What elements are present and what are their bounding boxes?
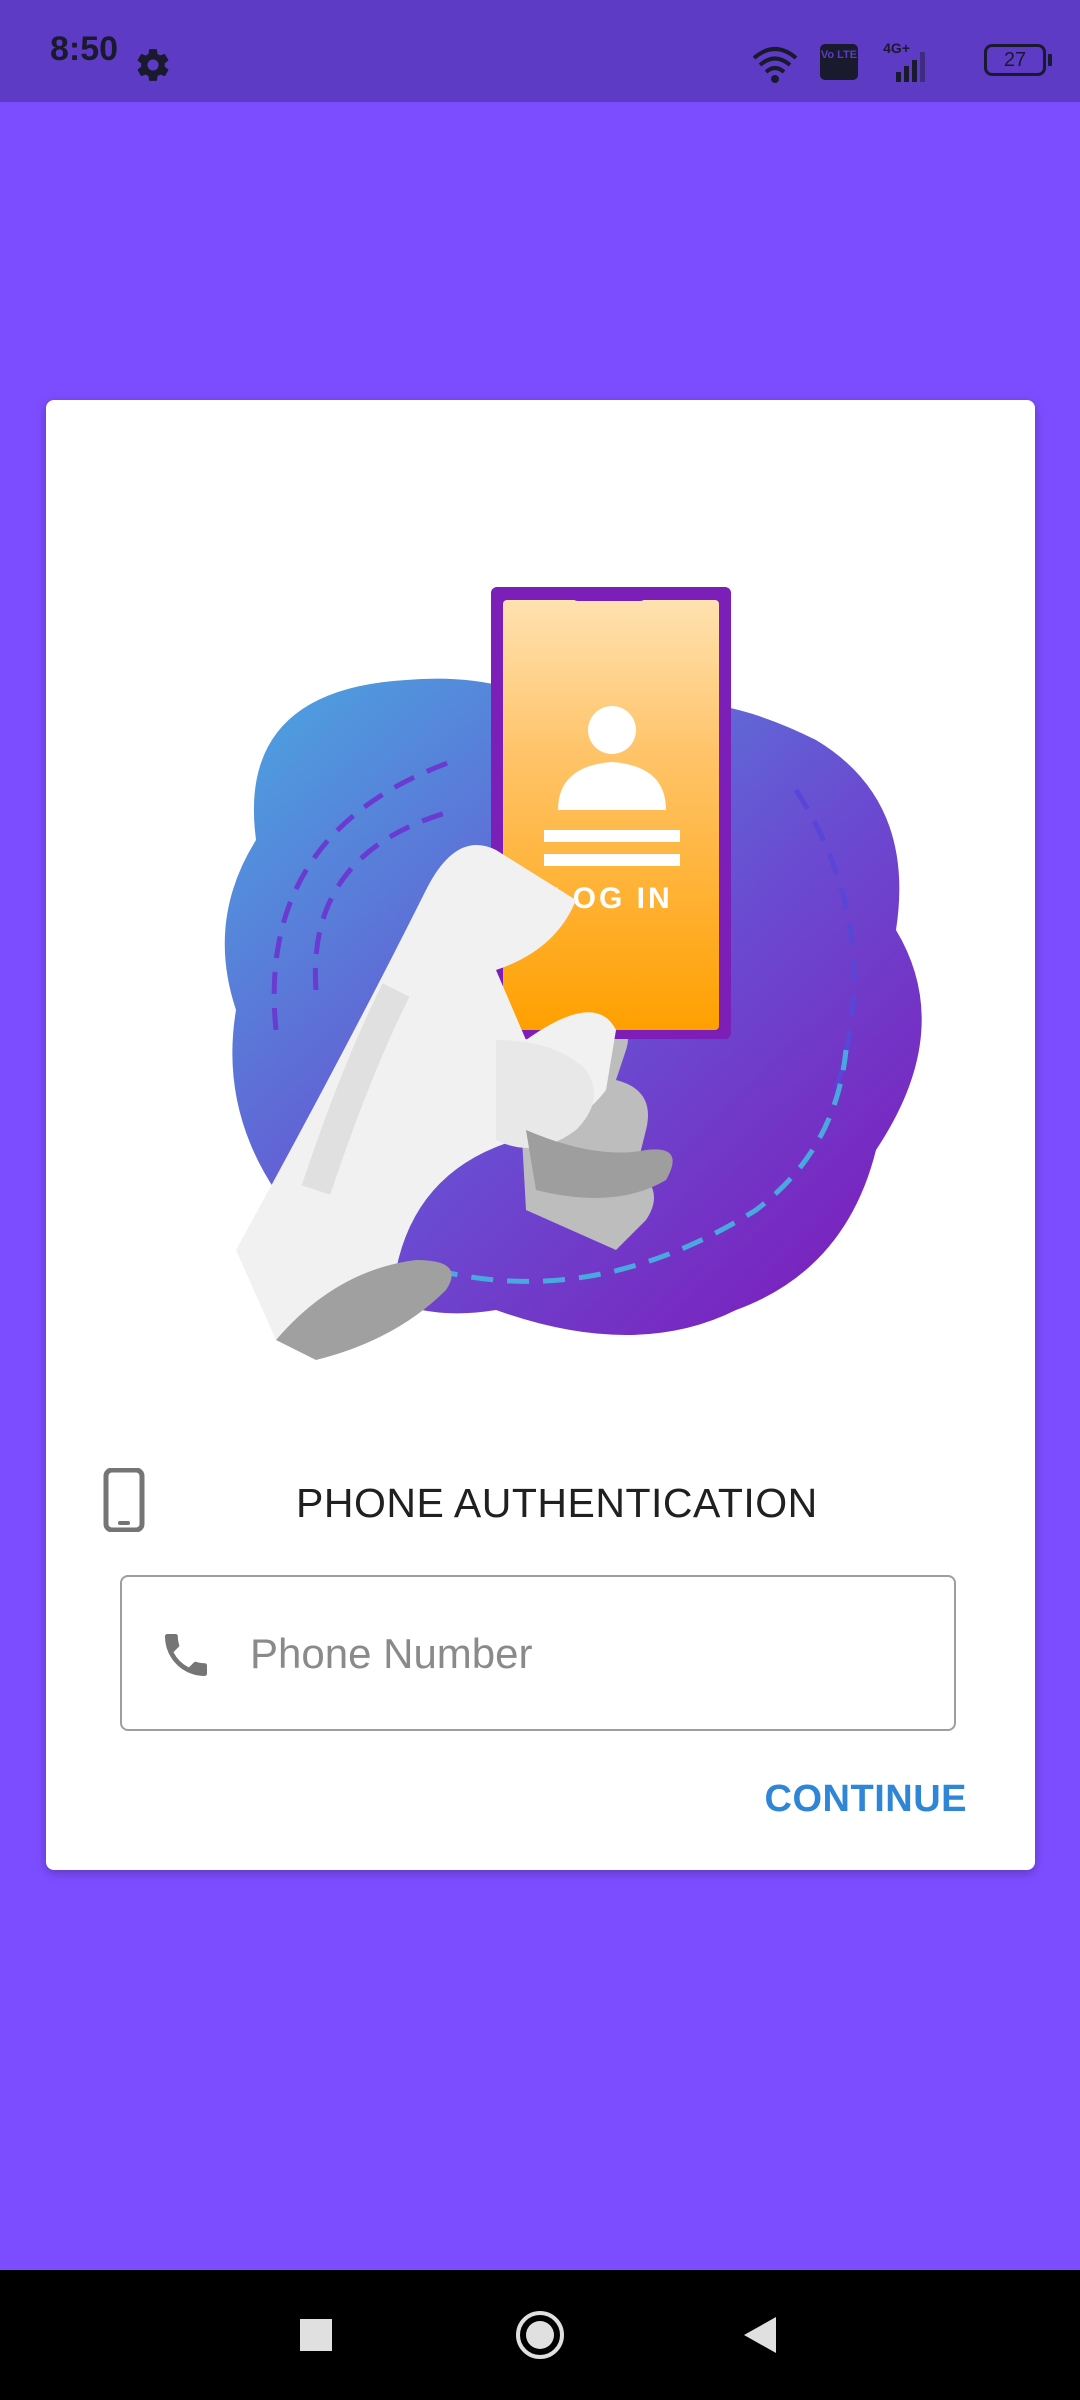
- auth-title: PHONE AUTHENTICATION: [296, 1480, 818, 1526]
- wifi-icon: [752, 47, 798, 83]
- auth-header: PHONE AUTHENTICATION: [98, 1460, 998, 1532]
- status-bar: 8:50 Vo LTE 4G+ 27: [0, 0, 1080, 102]
- login-illustration: LOG IN: [224, 587, 922, 1360]
- battery-tip: [1048, 54, 1052, 66]
- gear-icon: [137, 49, 169, 81]
- circle-icon[interactable]: [500, 2295, 580, 2375]
- status-time: 8:50: [50, 30, 119, 68]
- square-icon[interactable]: [276, 2295, 356, 2375]
- auth-card: LOG IN PHONE AUTHENTICATION CONTINUE: [46, 400, 1035, 1870]
- continue-button[interactable]: CONTINUE: [765, 1778, 967, 1821]
- back-triangle-icon[interactable]: [720, 2295, 800, 2375]
- battery-level: 27: [1003, 49, 1027, 71]
- phone-icon: [165, 1634, 207, 1676]
- smartphone-icon: [103, 1468, 145, 1532]
- battery-icon: 27: [984, 44, 1046, 76]
- signal-icon: [896, 52, 925, 82]
- phone-number-input[interactable]: [248, 1613, 932, 1695]
- volte-icon: Vo LTE: [820, 44, 858, 80]
- phone-number-field[interactable]: [120, 1575, 956, 1731]
- navigation-bar: [0, 2270, 1080, 2400]
